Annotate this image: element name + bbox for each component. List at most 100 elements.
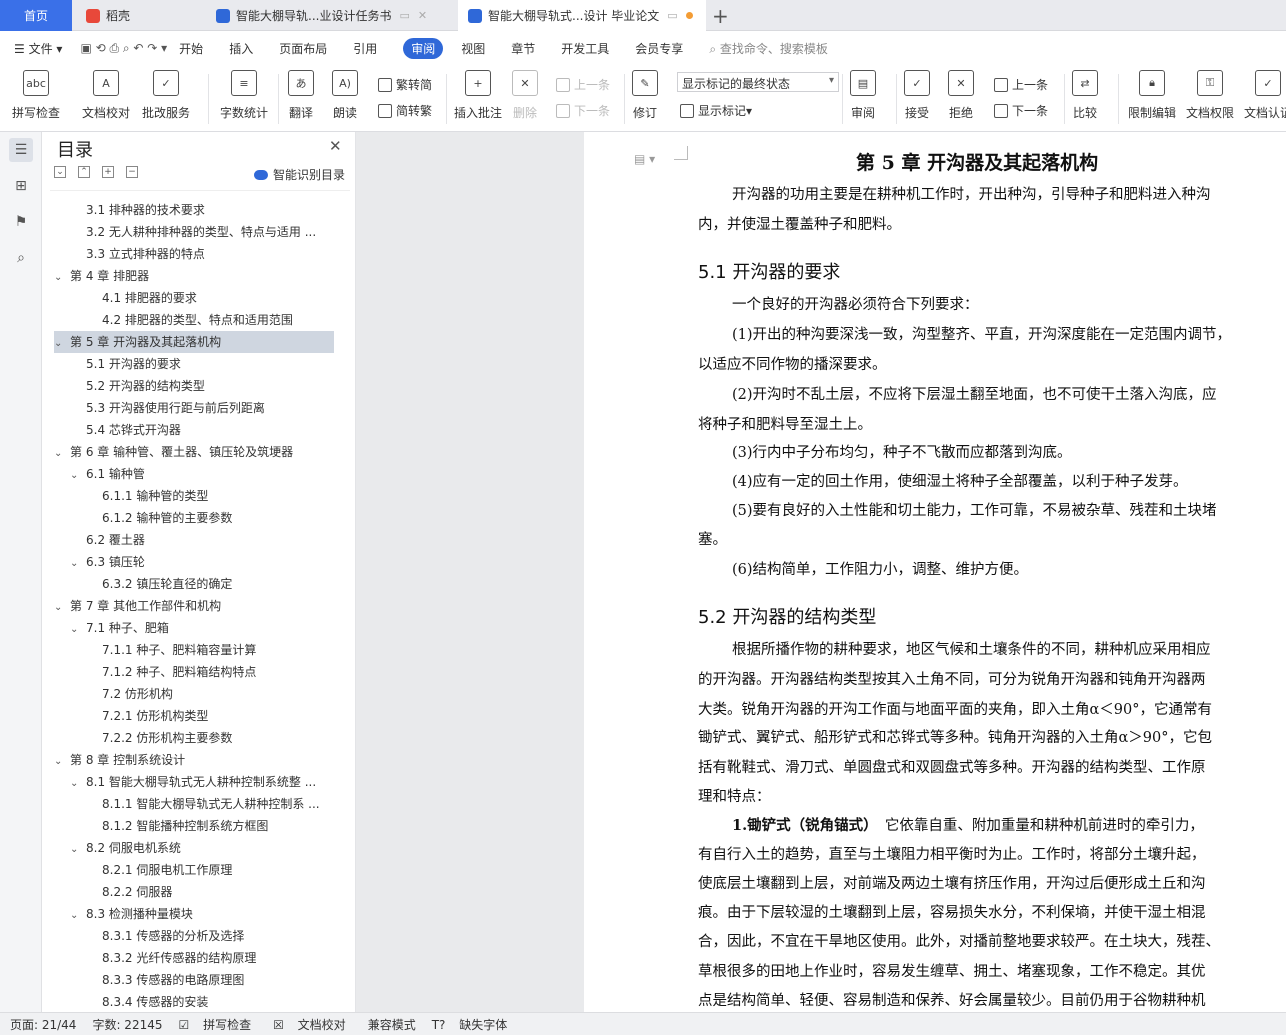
expand-all-icon[interactable]: ⌄ bbox=[54, 166, 66, 178]
reject-button[interactable]: ✕ 拒绝 bbox=[948, 70, 974, 121]
close-icon[interactable]: ✕ bbox=[418, 9, 427, 22]
spell-check-status[interactable]: ☑ 拼写检查 bbox=[179, 1016, 258, 1033]
smart-toc-button[interactable]: 智能识别目录 bbox=[254, 166, 345, 183]
markup-state-select[interactable]: 显示标记的最终状态 bbox=[677, 72, 839, 92]
review-service-button[interactable]: ✓ 批改服务 bbox=[142, 70, 190, 121]
simp-to-trad-button[interactable]: 简转繁 bbox=[378, 102, 432, 119]
menu-layout[interactable]: 页面布局 bbox=[279, 40, 327, 57]
add-level-icon[interactable]: + bbox=[102, 166, 114, 178]
tab-thesis[interactable]: 智能大棚导轨式...设计 毕业论文 ▭ bbox=[458, 0, 706, 31]
close-icon[interactable]: ✕ bbox=[329, 137, 342, 155]
toc-item[interactable]: 5.1 开沟器的要求 bbox=[86, 353, 350, 375]
toc-item[interactable]: ⌄ 8.1 智能大棚导轨式无人耕种控制系统整 ... bbox=[70, 771, 350, 793]
menu-insert[interactable]: 插入 bbox=[229, 40, 253, 57]
next-change-button[interactable]: 下一条 bbox=[994, 102, 1048, 119]
chevron-down-icon[interactable]: ⌄ bbox=[70, 465, 86, 485]
toc-item[interactable]: ⌄ 7.1 种子、肥箱 bbox=[70, 617, 350, 639]
quick-access-icons[interactable]: ▣ ⟲ ⎙ ⌕ ↶ ↷ ▾ bbox=[80, 41, 167, 56]
next-comment-button[interactable]: 下一条 bbox=[556, 102, 610, 119]
toc-item[interactable]: 8.2.1 伺服电机工作原理 bbox=[102, 859, 350, 881]
toc-item[interactable]: ⌄ 6.3 镇压轮 bbox=[70, 551, 350, 573]
toc-item[interactable]: 7.1.2 种子、肥料箱结构特点 bbox=[102, 661, 350, 683]
toc-item[interactable]: 8.3.1 传感器的分析及选择 bbox=[102, 925, 350, 947]
chevron-down-icon[interactable]: ⌄ bbox=[70, 553, 86, 573]
toc-item[interactable]: 7.2 仿形机构 bbox=[102, 683, 350, 705]
toc-item[interactable]: 5.3 开沟器使用行距与前后列距离 bbox=[86, 397, 350, 419]
chevron-down-icon[interactable]: ⌄ bbox=[54, 443, 70, 463]
accept-button[interactable]: ✓ 接受 bbox=[904, 70, 930, 121]
menu-devtools[interactable]: 开发工具 bbox=[561, 40, 609, 57]
menu-reference[interactable]: 引用 bbox=[353, 40, 377, 57]
new-tab-button[interactable]: + bbox=[712, 4, 729, 28]
doc-permission-button[interactable]: ⚿ 文档权限 bbox=[1186, 70, 1234, 121]
prev-change-button[interactable]: 上一条 bbox=[994, 76, 1048, 93]
toc-item[interactable]: ⌄ 第 7 章 其他工作部件和机构 bbox=[54, 595, 334, 617]
toc-item[interactable]: 6.2 覆土器 bbox=[86, 529, 350, 551]
menu-member[interactable]: 会员专享 bbox=[635, 40, 683, 57]
doc-certify-button[interactable]: ✓ 文档认证 bbox=[1244, 70, 1286, 121]
chevron-down-icon[interactable]: ⌄ bbox=[54, 597, 70, 617]
toc-item[interactable]: ⌄ 第 6 章 输种管、覆土器、镇压轮及筑埂器 bbox=[54, 441, 334, 463]
toc-item[interactable]: ⌄ 6.1 输种管 bbox=[70, 463, 350, 485]
toc-item[interactable]: 6.1.2 输种管的主要参数 bbox=[102, 507, 350, 529]
remove-level-icon[interactable]: − bbox=[126, 166, 138, 178]
search-command[interactable]: ⌕ 查找命令、搜索模板 bbox=[709, 40, 828, 57]
toc-item[interactable]: 3.3 立式排种器的特点 bbox=[86, 243, 350, 265]
paragraph-menu-icon[interactable]: ▤ ▾ bbox=[634, 152, 655, 166]
search-icon[interactable]: ⌕ bbox=[9, 246, 33, 270]
toc-item[interactable]: ⌄ 第 5 章 开沟器及其起落机构 bbox=[54, 331, 334, 353]
tab-task-book[interactable]: 智能大棚导轨...业设计任务书 ▭ ✕ bbox=[206, 0, 454, 31]
chevron-down-icon[interactable]: ⌄ bbox=[70, 619, 86, 639]
track-changes-button[interactable]: ✎ 修订 bbox=[632, 70, 658, 121]
document-page[interactable]: ▤ ▾ 第 5 章 开沟器及其起落机构 开沟器的功用主要是在耕种机工作时，开出种… bbox=[584, 132, 1286, 1012]
chevron-down-icon[interactable]: ⌄ bbox=[54, 751, 70, 771]
toc-item[interactable]: 6.3.2 镇压轮直径的确定 bbox=[102, 573, 350, 595]
toc-item[interactable]: 8.3.4 传感器的安装 bbox=[102, 991, 350, 1010]
toc-item[interactable]: ⌄ 8.3 检测播种量模块 bbox=[70, 903, 350, 925]
toc-item[interactable]: ⌄ 8.2 伺服电机系统 bbox=[70, 837, 350, 859]
doc-check-button[interactable]: A 文档校对 bbox=[82, 70, 130, 121]
trad-to-simp-button[interactable]: 繁转简 bbox=[378, 76, 432, 93]
toc-item[interactable]: 5.4 芯铧式开沟器 bbox=[86, 419, 350, 441]
spell-check-button[interactable]: abc 拼写检查 bbox=[12, 70, 60, 121]
toc-item[interactable]: 4.1 排肥器的要求 bbox=[102, 287, 350, 309]
chevron-down-icon[interactable]: ⌄ bbox=[70, 773, 86, 793]
insert-comment-button[interactable]: + 插入批注 bbox=[454, 70, 502, 121]
toc-item[interactable]: 8.1.2 智能播种控制系统方框图 bbox=[102, 815, 350, 837]
translate-button[interactable]: あ翻译 bbox=[288, 70, 314, 121]
toc-item[interactable]: 5.2 开沟器的结构类型 bbox=[86, 375, 350, 397]
toc-item[interactable]: 3.2 无人耕种排种器的类型、特点与适用 ... bbox=[86, 221, 350, 243]
read-aloud-button[interactable]: A) 朗读 bbox=[332, 70, 358, 121]
chevron-down-icon[interactable]: ⌄ bbox=[70, 839, 86, 859]
toc-item[interactable]: 3.1 排种器的技术要求 bbox=[86, 199, 350, 221]
page-indicator[interactable]: 页面: 21/44 bbox=[10, 1016, 76, 1033]
menu-file[interactable]: ☰ 文件 ▾ bbox=[14, 40, 62, 57]
chevron-down-icon[interactable]: ⌄ bbox=[54, 267, 70, 287]
delete-comment-button[interactable]: ✕ 删除 bbox=[512, 70, 538, 121]
prev-comment-button[interactable]: 上一条 bbox=[556, 76, 610, 93]
toc-pane-icon[interactable]: ☰ bbox=[9, 138, 33, 162]
toc-item[interactable]: 8.3.3 传感器的电路原理图 bbox=[102, 969, 350, 991]
review-pane-button[interactable]: ▤ 审阅 bbox=[850, 70, 876, 121]
show-markup-button[interactable]: 显示标记 ▾ bbox=[680, 102, 752, 119]
menu-review[interactable]: 审阅 bbox=[403, 38, 444, 59]
missing-font-status[interactable]: T? 缺失字体 bbox=[432, 1016, 514, 1033]
toc-item[interactable]: 7.2.1 仿形机构类型 bbox=[102, 705, 350, 727]
toc-item[interactable]: 8.3.2 光纤传感器的结构原理 bbox=[102, 947, 350, 969]
tab-home[interactable]: 首页 bbox=[0, 0, 72, 31]
toc-item[interactable]: ⌄ 第 4 章 排肥器 bbox=[54, 265, 334, 287]
tab-docer[interactable]: 稻壳 bbox=[76, 0, 206, 31]
chevron-down-icon[interactable]: ⌄ bbox=[54, 333, 70, 353]
toc-item[interactable]: 8.2.2 伺服器 bbox=[102, 881, 350, 903]
word-count-button[interactable]: ≡ 字数统计 bbox=[220, 70, 268, 121]
toc-item[interactable]: 7.2.2 仿形机构主要参数 bbox=[102, 727, 350, 749]
menu-start[interactable]: 开始 bbox=[179, 40, 203, 57]
toc-item[interactable]: ⌄ 第 8 章 控制系统设计 bbox=[54, 749, 334, 771]
bookmark-icon[interactable]: ⚑ bbox=[9, 210, 33, 234]
restrict-edit-button[interactable]: 🔒︎ 限制编辑 bbox=[1128, 70, 1176, 121]
collapse-all-icon[interactable]: ⌃ bbox=[78, 166, 90, 178]
word-count[interactable]: 字数: 22145 bbox=[92, 1016, 162, 1033]
menu-section[interactable]: 章节 bbox=[511, 40, 535, 57]
toc-item[interactable]: 6.1.1 输种管的类型 bbox=[102, 485, 350, 507]
chapter-nav-icon[interactable]: ⊞ bbox=[9, 174, 33, 198]
